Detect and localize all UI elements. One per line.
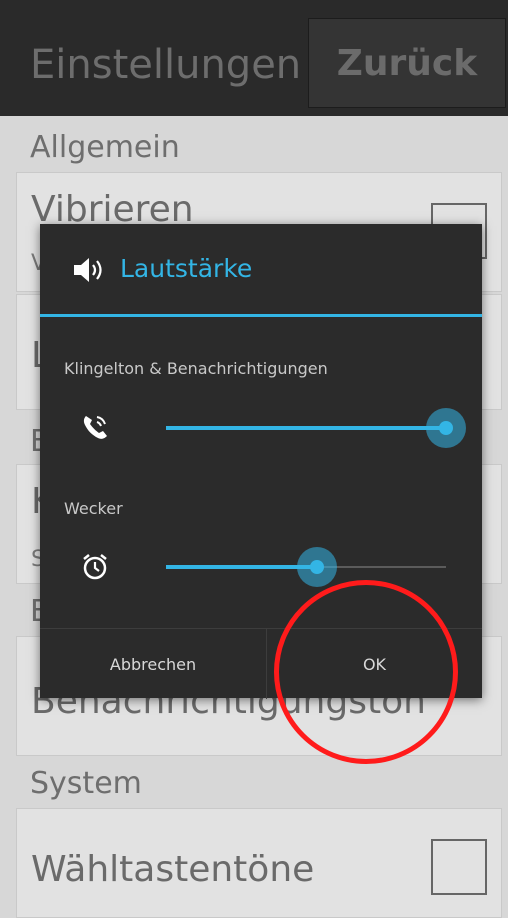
dialog-title-divider xyxy=(40,314,482,317)
ringtone-phone-icon xyxy=(83,416,107,439)
alarm-volume-thumb[interactable] xyxy=(297,547,338,587)
app-header: Einstellungen Zurück xyxy=(0,0,508,116)
alarm-volume-slider[interactable] xyxy=(166,547,446,587)
dialog-title: Lautstärke xyxy=(120,254,253,283)
alarm-volume-fill xyxy=(166,565,318,569)
back-button[interactable]: Zurück xyxy=(308,18,506,108)
speaker-icon xyxy=(74,258,102,282)
alarm-label: Wecker xyxy=(64,499,123,518)
ringtone-label: Klingelton & Benachrichtigungen xyxy=(64,359,328,378)
dialog-button-bar: Abbrechen OK xyxy=(40,628,482,699)
cancel-button[interactable]: Abbrechen xyxy=(40,629,267,699)
ringtone-volume-slider[interactable] xyxy=(166,408,466,448)
volume-dialog: Lautstärke Klingelton & Benachrichtigung… xyxy=(40,224,482,699)
ok-button[interactable]: OK xyxy=(267,629,482,699)
ringtone-volume-fill xyxy=(166,426,446,430)
page-title: Einstellungen xyxy=(30,42,302,88)
alarm-clock-icon xyxy=(83,554,107,580)
dialog-title-bar: Lautstärke xyxy=(40,224,482,314)
ringtone-volume-thumb[interactable] xyxy=(426,408,466,448)
